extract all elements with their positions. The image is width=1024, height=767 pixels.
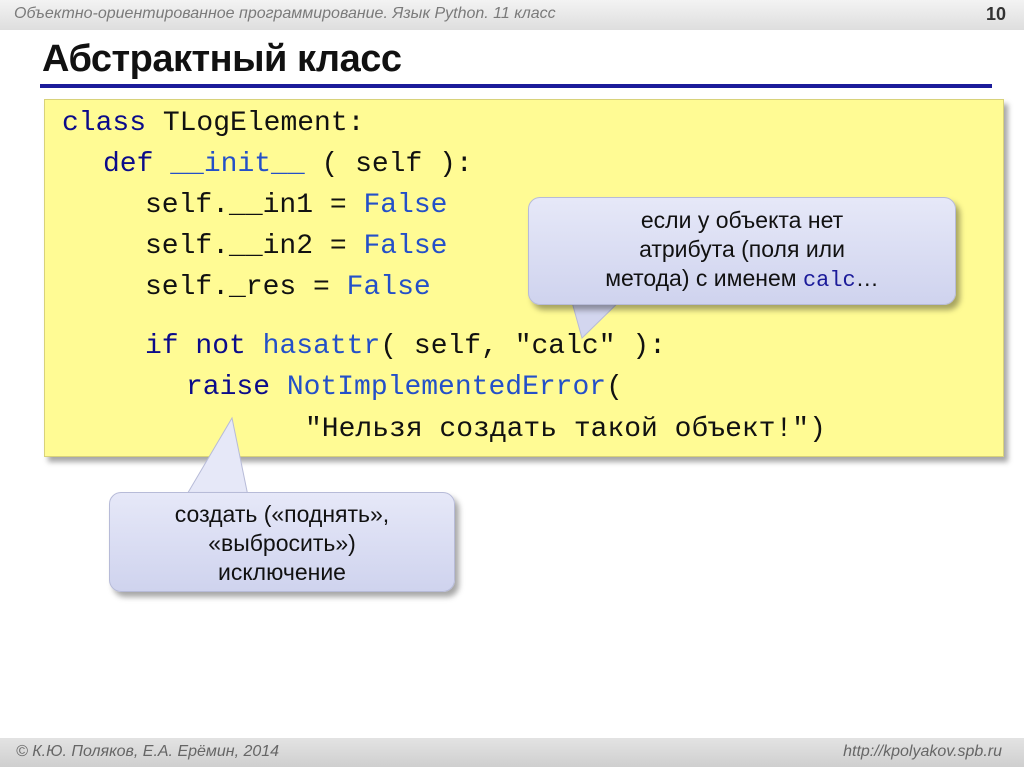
code-line-3: self.__in1 = False [145, 190, 447, 222]
callout-bottom-tail [185, 416, 249, 497]
copyright: © К.Ю. Поляков, Е.А. Ерёмин, 2014 [16, 743, 280, 760]
callout-top-line-2: атрибута (поля или [639, 236, 845, 262]
close-paren: ) [809, 414, 826, 445]
keyword-class: class [62, 108, 147, 139]
code-line-7: raise NotImplementedError( [186, 372, 623, 404]
slide-number: 10 [985, 4, 1006, 24]
attr-in2: self.__in2 [145, 231, 314, 262]
false-literal: False [363, 231, 448, 262]
header-bar: Объектно-ориентированное программировани… [0, 0, 1024, 30]
assign-op: = [313, 190, 364, 221]
callout-top: если у объекта нет атрибута (поля или ме… [528, 197, 956, 305]
keyword-if: if [145, 331, 179, 362]
keyword-raise: raise [186, 372, 271, 403]
callout-bottom: создать («поднять», «выбросить») исключе… [109, 492, 455, 592]
callout-top-line-3: метода) с именем calc… [529, 264, 955, 295]
title-underline [40, 84, 992, 88]
calc-code: calc [802, 268, 856, 293]
keyword-not: not [195, 331, 246, 362]
open-paren: ( [606, 372, 623, 403]
site-url: http://kpolyakov.spb.ru [843, 743, 1002, 760]
code-line-8: "Нельзя создать такой объект!") [305, 414, 826, 446]
class-name: TLogElement: [146, 108, 365, 139]
callout-bottom-line-2: «выбросить») [208, 530, 356, 556]
code-line-5: self._res = False [145, 272, 431, 304]
footer-bar: © К.Ю. Поляков, Е.А. Ерёмин, 2014 http:/… [0, 738, 1024, 767]
error-message-string: "Нельзя создать такой объект!" [305, 414, 810, 445]
hasattr-func: hasattr [262, 331, 381, 362]
callout-top-line-1: если у объекта нет [640, 207, 844, 233]
hasattr-args: ( self, [380, 331, 515, 362]
attr-res: self._res [145, 272, 297, 303]
init-method: __init__ [170, 149, 305, 180]
code-line-2: def __init__ ( self ): [103, 149, 473, 181]
course-title: Объектно-ориентированное программировани… [14, 5, 556, 22]
keyword-def: def [103, 149, 154, 180]
code-line-1: class TLogElement: [62, 108, 364, 140]
callout-bottom-line-3: исключение [218, 559, 346, 585]
attr-in1: self.__in1 [145, 190, 314, 221]
code-line-4: self.__in2 = False [145, 231, 447, 263]
exception-name: NotImplementedError [286, 372, 607, 403]
assign-op: = [296, 272, 347, 303]
assign-op: = [313, 231, 364, 262]
false-literal: False [363, 190, 448, 221]
false-literal: False [346, 272, 431, 303]
init-params: ( self ): [321, 149, 473, 180]
slide-title: Абстрактный класс [42, 38, 402, 80]
callout-bottom-line-1: создать («поднять», [174, 501, 390, 527]
ellipsis: … [855, 265, 879, 291]
callout-top-text: метода) с именем [605, 265, 803, 291]
